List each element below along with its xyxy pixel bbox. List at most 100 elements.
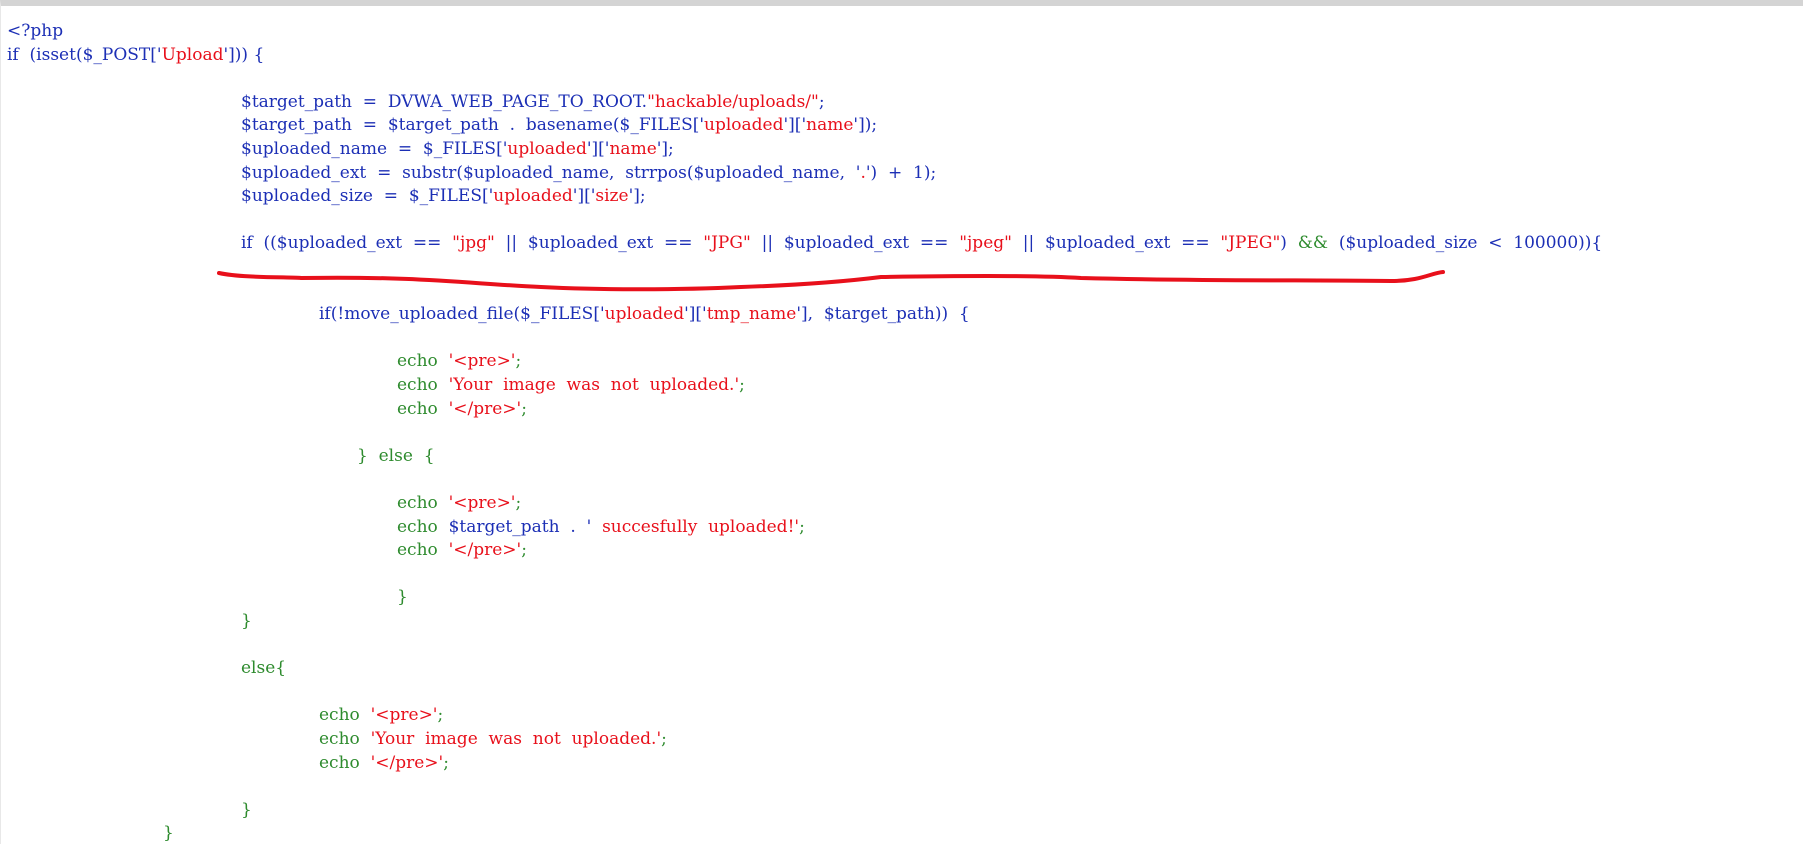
code-token: '<pre>' (448, 493, 516, 513)
code-token: || $uploaded_ext == (494, 233, 704, 254)
code-token: if(!move_uploaded_file($_FILES[' (319, 304, 605, 325)
code-token: ; (443, 752, 449, 773)
code-line[interactable]: } (241, 799, 252, 821)
code-token: '<pre>' (370, 705, 438, 726)
code-token: } (241, 611, 252, 631)
code-token: } (241, 799, 252, 820)
code-line[interactable]: $uploaded_name = $_FILES['uploaded']['na… (241, 138, 674, 160)
code-token: "JPEG" (1220, 233, 1281, 254)
code-token: name (806, 115, 854, 136)
code-token: echo (397, 540, 449, 561)
code-token: ($uploaded_size < 100000)){ (1328, 233, 1603, 254)
code-line[interactable]: $uploaded_ext = substr($uploaded_name, s… (241, 162, 936, 184)
code-line[interactable]: echo '</pre>'; (397, 398, 527, 420)
code-token: || $uploaded_ext == (1011, 233, 1221, 254)
code-line[interactable]: $target_path = DVWA_WEB_PAGE_TO_ROOT."ha… (241, 91, 825, 113)
code-line[interactable]: <?php (7, 20, 63, 42)
code-token: succesfully uploaded!' (591, 516, 800, 537)
code-token: if (($uploaded_ext == (241, 233, 453, 254)
code-token: ; (515, 351, 522, 372)
code-token: echo (397, 493, 449, 513)
code-line[interactable]: $target_path = $target_path . basename($… (241, 114, 877, 136)
code-line[interactable]: if (isset($_POST['Upload'])) { (7, 44, 264, 66)
code-token: echo (397, 516, 449, 537)
code-token: || $uploaded_ext == (750, 233, 960, 254)
code-token: "hackable/uploads/" (647, 91, 819, 112)
code-token: ; (661, 729, 667, 749)
code-token: uploaded (493, 186, 573, 207)
code-line[interactable]: echo '<pre>'; (397, 492, 521, 514)
code-token: } else { (357, 445, 435, 466)
code-token: "jpeg" (959, 233, 1012, 254)
code-token: name (609, 139, 657, 159)
code-token: '<pre>' (448, 351, 516, 372)
code-token: '][' (572, 186, 596, 207)
code-token: '])) { (223, 44, 265, 65)
code-token: $target_path = $target_path . basename($… (241, 115, 705, 136)
code-token: echo (319, 729, 371, 749)
code-token: ; (437, 705, 444, 726)
code-token: echo (319, 752, 371, 773)
code-token: '</pre>' (370, 752, 444, 773)
code-token: ') + 1); (865, 162, 937, 183)
code-token: '</pre>' (448, 398, 522, 419)
code-token: '], $target_path)) { (796, 304, 970, 325)
code-token: echo (397, 351, 449, 372)
code-token: ) (1280, 233, 1298, 254)
code-token: size (595, 186, 629, 207)
code-line[interactable]: } (397, 586, 408, 608)
code-token: $uploaded_ext = substr($uploaded_name, s… (241, 162, 861, 183)
code-token: ; (515, 493, 522, 513)
code-token: Upload (161, 44, 224, 65)
code-line[interactable]: if (($uploaded_ext == "jpg" || $uploaded… (241, 232, 1602, 254)
code-line[interactable]: if(!move_uploaded_file($_FILES['uploaded… (319, 303, 970, 325)
code-line[interactable]: echo 'Your image was not uploaded.'; (397, 374, 745, 396)
code-line[interactable]: } (163, 822, 174, 844)
code-token: ']); (853, 115, 878, 136)
code-line[interactable]: echo $target_path . ' succesfully upload… (397, 516, 805, 538)
code-token: '][' (586, 139, 610, 159)
code-token: ; (739, 375, 745, 395)
code-line[interactable]: $uploaded_size = $_FILES['uploaded']['si… (241, 185, 646, 207)
code-editor[interactable]: <?php if (isset($_POST['Upload'])) { $targ… (0, 0, 1803, 844)
code-token: '][' (684, 304, 707, 325)
code-line[interactable]: } else { (357, 445, 435, 467)
code-token: $target_path = DVWA_WEB_PAGE_TO_ROOT. (241, 91, 648, 112)
code-token: } (397, 587, 408, 608)
code-token: ']; (656, 139, 674, 159)
code-line[interactable]: echo '</pre>'; (397, 539, 527, 561)
code-token: ; (799, 516, 805, 537)
code-token: echo (397, 398, 449, 419)
code-token: isset (36, 44, 76, 65)
code-line[interactable]: echo '<pre>'; (319, 704, 443, 726)
code-token: tmp_name (706, 304, 797, 325)
code-line[interactable]: echo 'Your image was not uploaded.'; (319, 728, 667, 750)
code-token: ; (521, 540, 527, 561)
code-token: '][' (783, 115, 807, 136)
code-token: "jpg" (452, 233, 495, 254)
code-token: 'Your image was not uploaded.' (370, 729, 662, 749)
code-token: $uploaded_size = $_FILES[' (241, 186, 494, 207)
code-token: $target_path . ' (448, 516, 592, 537)
code-token: '</pre>' (448, 540, 522, 561)
code-line[interactable]: echo '<pre>'; (397, 350, 521, 372)
code-token: && (1297, 233, 1329, 254)
code-token: 'Your image was not uploaded.' (448, 375, 740, 395)
code-token: "JPG" (703, 233, 751, 254)
code-token: echo (397, 375, 449, 395)
code-token: uploaded (704, 115, 784, 136)
code-line[interactable]: } (241, 610, 252, 632)
code-token: <?php (7, 21, 64, 41)
code-token: if ( (7, 44, 37, 65)
code-token: } (163, 823, 174, 844)
code-token: uploaded (604, 304, 685, 325)
code-token: else{ (241, 658, 287, 679)
code-token: ; (818, 91, 825, 112)
code-line[interactable]: else{ (241, 657, 286, 679)
code-token: echo (319, 705, 371, 726)
code-lines: <?php if (isset($_POST['Upload'])) { $targ… (1, 6, 1803, 850)
code-token: $uploaded_name = $_FILES[' (241, 139, 508, 159)
code-line[interactable]: echo '</pre>'; (319, 752, 449, 774)
code-token: ']; (628, 186, 646, 207)
code-token: ; (521, 398, 527, 419)
